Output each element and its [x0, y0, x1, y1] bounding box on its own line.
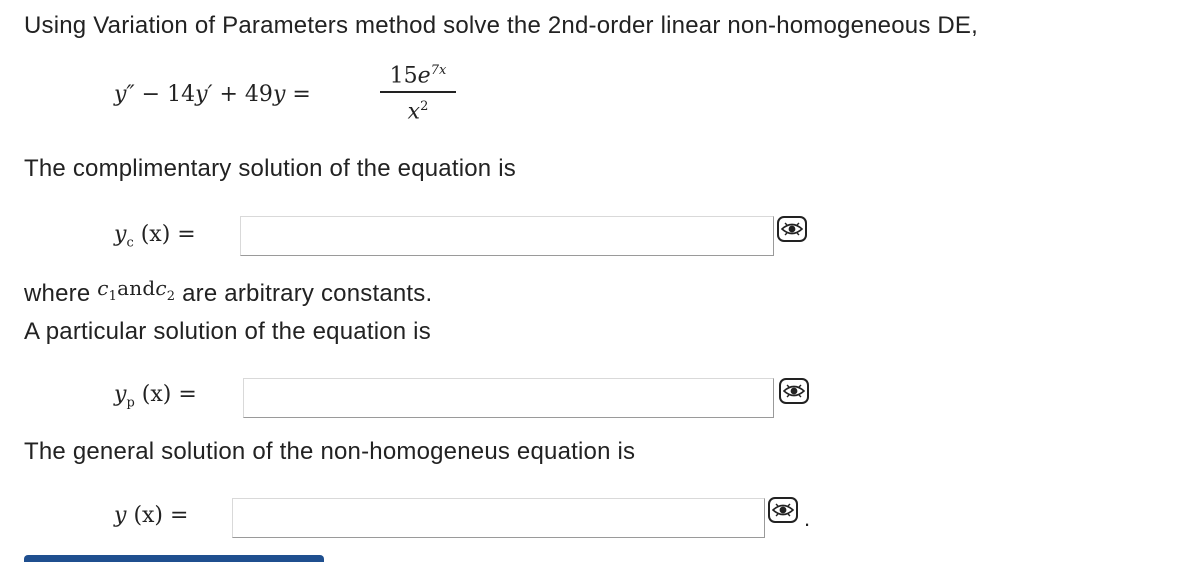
eye-preview-icon	[783, 384, 805, 398]
yc-preview-button[interactable]	[777, 216, 807, 242]
fraction-bar	[380, 91, 456, 93]
yp-answer-input[interactable]	[243, 378, 774, 418]
y-answer-input[interactable]	[232, 498, 765, 538]
complementary-prompt: The complimentary solution of the equati…	[24, 155, 516, 182]
eq-minus-14: − 14	[134, 82, 196, 107]
eye-preview-icon	[772, 503, 794, 517]
question-intro: Using Variation of Parameters method sol…	[24, 12, 979, 39]
y-preview-button[interactable]	[768, 497, 798, 523]
fraction-numerator: 15e7x	[389, 63, 447, 89]
eq-y-prime: y′	[195, 82, 213, 107]
particular-prompt: A particular solution of the equation is	[24, 318, 431, 345]
general-prompt: The general solution of the non-homogene…	[24, 438, 636, 465]
equation-fraction: 15e7x x2	[380, 58, 456, 124]
eq-equals: =	[285, 82, 311, 107]
yp-preview-button[interactable]	[779, 378, 809, 404]
yp-label: yp (x) =	[114, 382, 197, 411]
eq-plus-49: + 49	[212, 82, 273, 107]
constants-line: where c1andc2 are arbitrary constants.	[24, 276, 433, 307]
eq-y: y	[272, 82, 286, 107]
yc-label: yc (x) =	[114, 222, 196, 251]
yc-answer-input[interactable]	[240, 216, 774, 256]
y-label: y (x) =	[114, 503, 189, 528]
trailing-period: .	[804, 506, 811, 531]
eye-preview-icon	[781, 222, 803, 236]
eq-y-double-prime: y″	[114, 82, 135, 107]
fraction-denominator: x2	[407, 98, 429, 125]
cut-off-button-edge[interactable]	[24, 555, 324, 562]
equation-lhs: y″ − 14y′ + 49y =	[114, 82, 311, 107]
